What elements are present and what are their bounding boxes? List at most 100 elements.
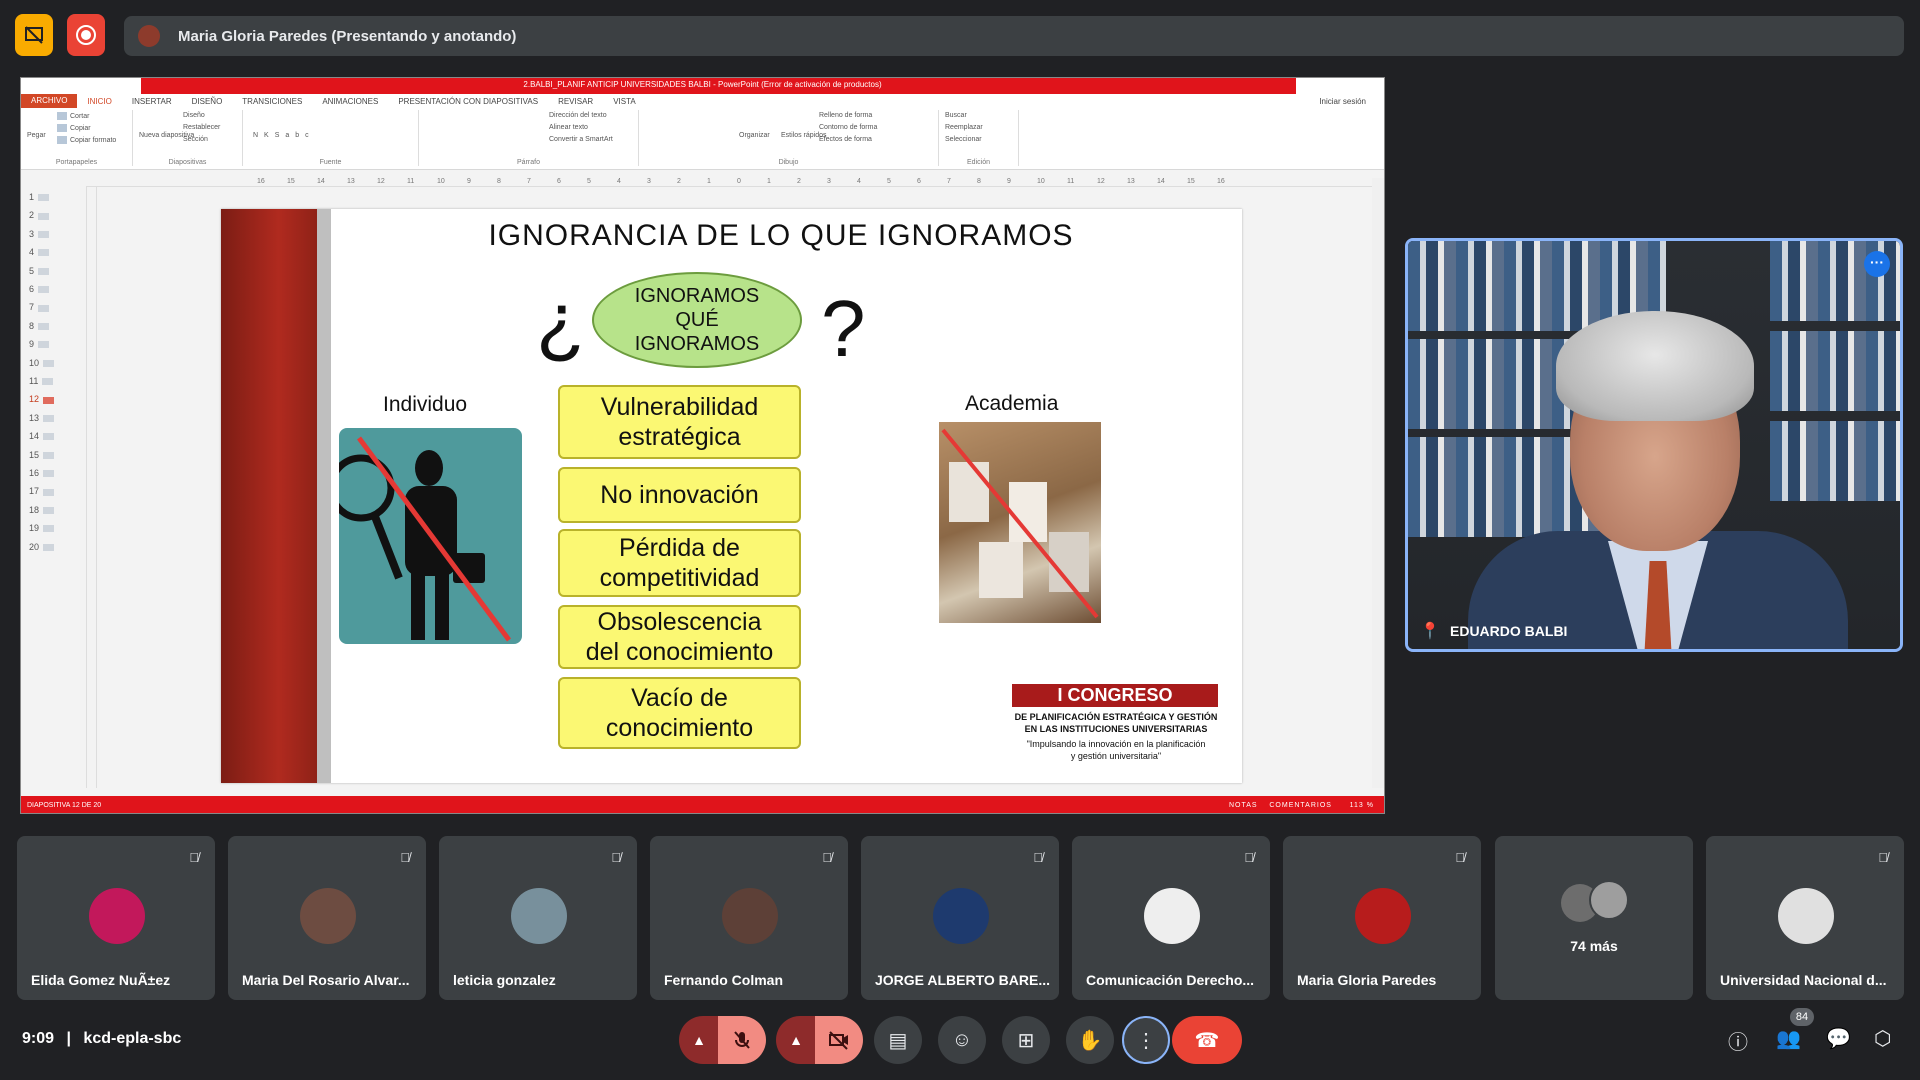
present-button[interactable]: ⊞ [1002, 1016, 1050, 1064]
mic-options-button[interactable]: ▲ [679, 1016, 719, 1064]
layout-button[interactable]: Diseño [183, 112, 205, 119]
tab-vista[interactable]: VISTA [603, 97, 646, 106]
tab-insertar[interactable]: INSERTAR [122, 97, 182, 106]
smartart-button[interactable]: Convertir a SmartArt [549, 136, 613, 143]
participant-tile[interactable]: 🎙̸ Maria Gloria Paredes [1283, 836, 1481, 1000]
slide-thumbnail[interactable]: 6 [29, 284, 50, 294]
slide-thumbnails-panel[interactable]: 1 2 3 4 5 6 7 8 9 10 11 12 13 14 15 16 17 18 19 20 [21, 186, 87, 788]
ruler-tick: 6 [557, 178, 561, 185]
box-perdida: Pérdida de competitividad [558, 529, 801, 597]
slide-thumbnail[interactable]: 20 [29, 542, 55, 552]
replace-button[interactable]: Reemplazar [945, 124, 983, 131]
tab-transiciones[interactable]: TRANSICIONES [232, 97, 312, 106]
participant-tile[interactable]: 🎙̸ Comunicación Derecho... [1072, 836, 1270, 1000]
text-direction-button[interactable]: Dirección del texto [549, 112, 607, 119]
slide-thumbnail[interactable]: 17 [29, 486, 55, 496]
ruler-tick: 9 [1007, 178, 1011, 185]
notes-button[interactable]: NOTAS [1229, 802, 1258, 809]
paste-button[interactable]: Pegar [27, 132, 46, 139]
stop-presenting-button[interactable] [15, 14, 53, 56]
slide-thumbnail[interactable]: 18 [29, 505, 55, 515]
participant-tile[interactable]: 🎙̸ JORGE ALBERTO BARE... [861, 836, 1059, 1000]
slide-thumbnail[interactable]: 8 [29, 321, 50, 331]
tab-presentacion[interactable]: PRESENTACIÓN CON DIAPOSITIVAS [388, 97, 548, 106]
participant-tile[interactable]: 🎙̸ leticia gonzalez [439, 836, 637, 1000]
participant-tile[interactable]: 🎙̸ Maria Del Rosario Alvar... [228, 836, 426, 1000]
raise-hand-button[interactable]: ✋ [1066, 1016, 1114, 1064]
horizontal-ruler: 16 15 14 13 12 11 10 9 8 7 6 5 4 3 2 1 0 1 2 3 4 5 6 7 8 9 10 11 12 1… [87, 178, 1379, 187]
speaker-tile[interactable]: ··· 📍 EDUARDO BALBI [1405, 238, 1903, 652]
leave-call-button[interactable]: ☎ [1172, 1016, 1242, 1064]
align-text-button[interactable]: Alinear texto [549, 124, 588, 131]
recording-button[interactable] [67, 14, 105, 56]
tab-animaciones[interactable]: ANIMACIONES [312, 97, 388, 106]
shape-outline-button[interactable]: Contorno de forma [819, 124, 877, 131]
section-button[interactable]: Sección [183, 136, 208, 143]
comments-button[interactable]: COMENTARIOS [1269, 802, 1332, 809]
more-options-bottom-button[interactable]: ⋮ [1122, 1016, 1170, 1064]
login-link[interactable]: Iniciar sesión [1319, 97, 1384, 106]
chat-button[interactable]: 💬 [1826, 1026, 1851, 1051]
shape-fill-button[interactable]: Relleno de forma [819, 112, 872, 119]
tab-revisar[interactable]: REVISAR [548, 97, 603, 106]
tab-inicio[interactable]: INICIO [77, 97, 121, 106]
slide-thumbnail[interactable]: 10 [29, 358, 55, 368]
record-icon [76, 25, 96, 45]
tab-diseno[interactable]: DISEÑO [182, 97, 233, 106]
camera-options-button[interactable]: ▲ [776, 1016, 816, 1064]
shape-effects-button[interactable]: Efectos de forma [819, 136, 872, 143]
format-painter-button[interactable]: Copiar formato [57, 136, 116, 144]
arrange-button[interactable]: Organizar [739, 132, 770, 139]
meeting-details-button[interactable]: ⓘ [1728, 1026, 1748, 1055]
slide-thumbnail[interactable]: 15 [29, 450, 55, 460]
ppt-vertical-scrollbar[interactable] [1372, 178, 1384, 788]
more-options-button[interactable]: ··· [1864, 251, 1890, 277]
participant-name: Universidad Nacional d... [1720, 972, 1887, 988]
pin-icon[interactable]: 📍 [1420, 621, 1440, 641]
slide-thumbnail[interactable]: 12 [29, 394, 55, 404]
slide-thumbnail[interactable]: 13 [29, 413, 55, 423]
status-right: NOTAS COMENTARIOS 113 % [1229, 802, 1384, 809]
slide-preview-icon [38, 286, 50, 294]
font-format-buttons[interactable]: NKSabc [253, 132, 315, 139]
captions-button[interactable]: ▤ [874, 1016, 922, 1064]
slide-thumbnail[interactable]: 1 [29, 192, 50, 202]
slide-preview-icon [42, 378, 54, 386]
people-button[interactable]: 👥 [1776, 1026, 1801, 1051]
slide-thumbnail[interactable]: 4 [29, 247, 50, 257]
more-participants-tile[interactable]: 74 más [1495, 836, 1693, 1000]
activities-button[interactable]: ⬡ [1874, 1026, 1891, 1051]
participant-tile[interactable]: 🎙̸ Fernando Colman [650, 836, 848, 1000]
cut-button[interactable]: Cortar [57, 112, 89, 120]
shared-screen-powerpoint: 2.BALBI_PLANIF ANTICIP UNIVERSIDADES BAL… [20, 77, 1385, 814]
mic-button[interactable] [718, 1016, 766, 1064]
slide-counter: DIAPOSITIVA 12 DE 20 [27, 801, 102, 809]
present-off-icon [25, 26, 43, 44]
hang-up-icon: ☎ [1194, 1029, 1220, 1052]
slide-thumbnail[interactable]: 19 [29, 523, 55, 533]
camera-button[interactable] [815, 1016, 863, 1064]
slide-thumbnail[interactable]: 14 [29, 431, 55, 441]
tab-archivo[interactable]: ARCHIVO [21, 94, 78, 108]
ruler-tick: 14 [1157, 178, 1165, 185]
select-button[interactable]: Seleccionar [945, 136, 982, 143]
slide-thumbnail[interactable]: 11 [29, 376, 54, 386]
copy-button[interactable]: Copiar [57, 124, 91, 132]
slide-thumbnail[interactable]: 3 [29, 229, 50, 239]
participant-tile[interactable]: 🎙̸ Universidad Nacional d... [1706, 836, 1904, 1000]
slide-thumbnail[interactable]: 2 [29, 210, 50, 220]
slide-thumbnail[interactable]: 16 [29, 468, 55, 478]
slide-thumbnail[interactable]: 9 [29, 339, 50, 349]
reset-button[interactable]: Restablecer [183, 124, 220, 131]
reactions-button[interactable]: ☺ [938, 1016, 986, 1064]
participant-tile[interactable]: 🎙̸ Elida Gomez NuÃ±ez [17, 836, 215, 1000]
ruler-tick: 8 [977, 178, 981, 185]
slide-preview-icon [43, 433, 55, 441]
find-button[interactable]: Buscar [945, 112, 967, 119]
slide-preview-icon [38, 230, 50, 238]
box-vulnerabilidad: Vulnerabilidad estratégica [558, 385, 801, 459]
slide-thumbnail[interactable]: 5 [29, 266, 50, 276]
zoom-level[interactable]: 113 % [1350, 802, 1374, 809]
slide-thumbnail[interactable]: 7 [29, 302, 50, 312]
participant-avatar [511, 888, 567, 944]
